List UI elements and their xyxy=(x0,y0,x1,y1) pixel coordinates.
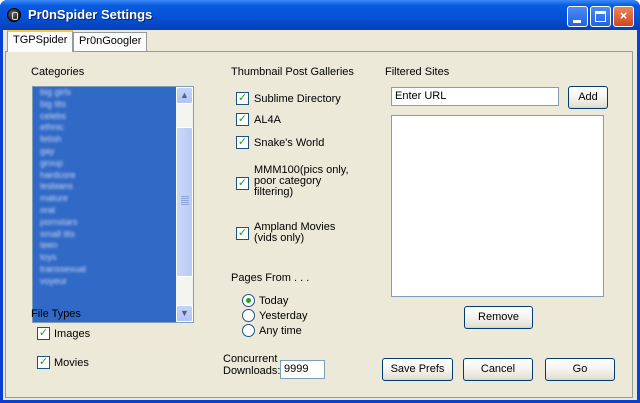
category-list-item[interactable]: teen xyxy=(33,240,176,252)
category-list-item[interactable]: gay xyxy=(33,146,176,158)
window-client: TGPSpider Pr0nGoogler Categories big gir… xyxy=(3,30,637,400)
tab-pr0ngoogler[interactable]: Pr0nGoogler xyxy=(73,32,148,51)
category-list-item[interactable]: ethnic xyxy=(33,122,176,134)
category-list-item[interactable]: fetish xyxy=(33,134,176,146)
category-list-item[interactable]: lesbians xyxy=(33,181,176,193)
categories-items[interactable]: big girls big tits celebs ethnic fetish gay gr… xyxy=(33,87,176,322)
categories-listbox[interactable]: big girls big tits celebs ethnic fetish gay gr… xyxy=(32,86,194,323)
category-list-item[interactable]: big tits xyxy=(33,99,176,111)
snakes-world-checkbox[interactable]: ✓ xyxy=(236,136,249,149)
maximize-icon xyxy=(595,11,606,22)
categories-label: Categories xyxy=(31,66,85,78)
al4a-checkbox[interactable]: ✓ xyxy=(236,113,249,126)
sublime-directory-label: Sublime Directory xyxy=(254,93,341,105)
concurrent-downloads-input[interactable]: 9999 xyxy=(280,360,325,379)
save-prefs-button[interactable]: Save Prefs xyxy=(382,358,453,381)
ampland-movies-label: Ampland Movies (vids only) xyxy=(254,221,336,244)
settings-window: Pr0nSpider Settings × TGPSpider Pr0nGoog… xyxy=(0,0,640,403)
category-list-item[interactable]: oral xyxy=(33,205,176,217)
sublime-directory-checkbox[interactable]: ✓ xyxy=(236,92,249,105)
any-time-radio[interactable] xyxy=(242,324,255,337)
tgpspider-panel: Categories big girls big tits celebs ethnic… xyxy=(5,51,633,398)
category-list-item[interactable]: celebs xyxy=(33,111,176,123)
pages-from-label: Pages From . . . xyxy=(231,272,310,284)
al4a-label: AL4A xyxy=(254,114,281,126)
category-list-item[interactable]: small tits xyxy=(33,229,176,241)
go-button[interactable]: Go xyxy=(545,358,615,381)
concurrent-downloads-label: Concurrent Downloads: xyxy=(223,353,281,377)
maximize-button[interactable] xyxy=(590,6,611,27)
minimize-icon xyxy=(573,20,581,23)
scroll-up-arrow-icon[interactable]: ▲ xyxy=(176,87,193,104)
title-bar[interactable]: Pr0nSpider Settings × xyxy=(0,0,640,30)
scroll-down-arrow-icon[interactable]: ▼ xyxy=(176,305,193,322)
category-list-item[interactable]: pornstars xyxy=(33,217,176,229)
any-time-label: Any time xyxy=(259,325,302,337)
window-title: Pr0nSpider Settings xyxy=(28,7,153,22)
remove-button[interactable]: Remove xyxy=(464,306,533,329)
movies-label: Movies xyxy=(54,357,89,369)
today-label: Today xyxy=(259,295,289,307)
category-list-item[interactable]: voyeur xyxy=(33,276,176,288)
category-list-item[interactable]: mature xyxy=(33,193,176,205)
category-list-item[interactable]: toys xyxy=(33,252,176,264)
yesterday-radio[interactable] xyxy=(242,309,255,322)
file-types-label: File Types xyxy=(31,308,81,320)
url-input[interactable]: Enter URL xyxy=(391,87,559,106)
mmm100-label: MMM100(pics only, poor category filterin… xyxy=(254,164,349,198)
tab-tgpspider[interactable]: TGPSpider xyxy=(7,30,74,52)
galleries-label: Thumbnail Post Galleries xyxy=(231,66,354,78)
close-icon: × xyxy=(619,8,628,23)
category-list-item[interactable]: group xyxy=(33,158,176,170)
category-list-item[interactable]: big girls xyxy=(33,87,176,99)
filtered-sites-listbox[interactable] xyxy=(391,115,604,297)
today-radio[interactable] xyxy=(242,294,255,307)
scroll-thumb[interactable] xyxy=(176,127,193,277)
cancel-button[interactable]: Cancel xyxy=(463,358,533,381)
movies-checkbox[interactable]: ✓ xyxy=(37,356,50,369)
category-list-item[interactable]: transsexual xyxy=(33,264,176,276)
images-checkbox[interactable]: ✓ xyxy=(37,327,50,340)
mmm100-checkbox[interactable]: ✓ xyxy=(236,177,249,190)
minimize-button[interactable] xyxy=(567,6,588,27)
categories-scrollbar[interactable]: ▲ ▼ xyxy=(176,87,193,322)
category-list-item[interactable]: hardcore xyxy=(33,170,176,182)
add-button[interactable]: Add xyxy=(568,86,608,109)
yesterday-label: Yesterday xyxy=(259,310,308,322)
images-label: Images xyxy=(54,328,91,340)
grip-icon xyxy=(181,196,189,205)
spider-app-icon xyxy=(7,8,21,22)
ampland-movies-checkbox[interactable]: ✓ xyxy=(236,227,249,240)
filtered-sites-label: Filtered Sites xyxy=(385,66,450,78)
snakes-world-label: Snake's World xyxy=(254,137,325,149)
close-button[interactable]: × xyxy=(613,6,634,27)
